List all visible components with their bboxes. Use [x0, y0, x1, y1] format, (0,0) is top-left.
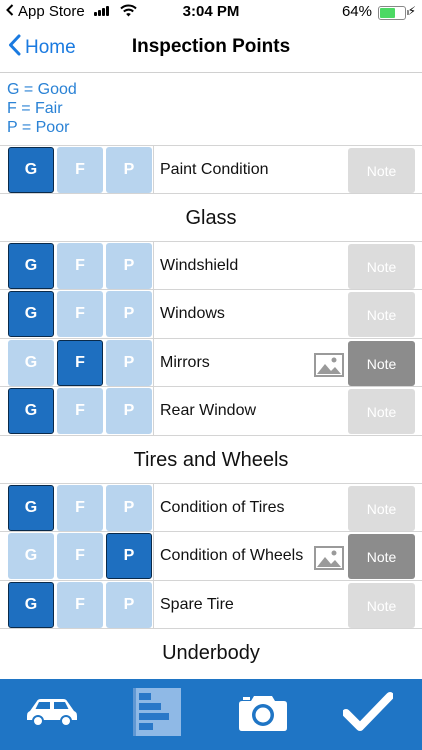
- note-button[interactable]: Note: [348, 292, 415, 337]
- rating-f-button[interactable]: F: [57, 340, 103, 386]
- legend-good: G = Good: [7, 81, 77, 98]
- section-header-underbody: Underbody: [0, 628, 422, 677]
- rating-p-button[interactable]: P: [106, 533, 152, 579]
- rating-g-button[interactable]: G: [8, 340, 54, 386]
- legend-fair: F = Fair: [7, 100, 63, 117]
- rating-g-button[interactable]: G: [8, 291, 54, 337]
- section-header-tires-and-wheels: Tires and Wheels: [0, 435, 422, 484]
- rating-p-button[interactable]: P: [106, 340, 152, 386]
- inspection-row-wheel-condition: G F P Condition of Wheels Note: [0, 531, 422, 580]
- note-button[interactable]: Note: [348, 244, 415, 289]
- note-button[interactable]: Note: [348, 389, 415, 434]
- rating-p-button[interactable]: P: [106, 388, 152, 434]
- rating-g-button[interactable]: G: [8, 147, 54, 193]
- row-divider: [153, 290, 154, 338]
- legend-poor: P = Poor: [7, 119, 70, 136]
- status-bar: App Store 3:04 PM 64% ⚡︎: [0, 0, 422, 24]
- tab-camera[interactable]: [228, 689, 298, 739]
- rating-g-button[interactable]: G: [8, 533, 54, 579]
- rating-p-button[interactable]: P: [106, 582, 152, 628]
- rating-p-button[interactable]: P: [106, 485, 152, 531]
- rating-g-button[interactable]: G: [8, 388, 54, 434]
- battery-icon: [378, 6, 409, 20]
- rating-f-button[interactable]: F: [57, 582, 103, 628]
- rating-p-button[interactable]: P: [106, 291, 152, 337]
- tab-inspection-list[interactable]: [122, 687, 192, 741]
- item-label: Windshield: [160, 257, 239, 274]
- page-title: Inspection Points: [131, 36, 291, 57]
- inspection-row-rear-window: G F P Rear Window Note: [0, 386, 422, 435]
- rating-g-button[interactable]: G: [8, 243, 54, 289]
- item-label: Spare Tire: [160, 596, 234, 613]
- section-header-glass: Glass: [0, 193, 422, 242]
- checkmark-icon: [342, 691, 394, 738]
- rating-f-button[interactable]: F: [57, 291, 103, 337]
- note-button[interactable]: Note: [348, 583, 415, 628]
- rating-f-button[interactable]: F: [57, 388, 103, 434]
- row-divider: [153, 532, 154, 580]
- inspection-row-paint: G F P Paint Condition Note: [0, 145, 422, 194]
- note-button[interactable]: Note: [348, 148, 415, 193]
- item-label: Windows: [160, 305, 225, 322]
- charging-icon: ⚡︎: [407, 4, 416, 18]
- rating-p-button[interactable]: P: [106, 147, 152, 193]
- row-divider: [153, 339, 154, 387]
- rating-legend: G = Good F = Fair P = Poor: [7, 80, 77, 137]
- navigation-bar: Home Inspection Points: [0, 24, 422, 73]
- photo-thumbnail-icon[interactable]: [314, 353, 344, 382]
- row-divider: [153, 387, 154, 435]
- rating-p-button[interactable]: P: [106, 243, 152, 289]
- row-divider: [153, 581, 154, 629]
- note-button[interactable]: Note: [348, 341, 415, 386]
- rating-f-button[interactable]: F: [57, 243, 103, 289]
- item-label: Rear Window: [160, 402, 257, 419]
- inspection-row-tire-condition: G F P Condition of Tires Note: [0, 483, 422, 532]
- item-label: Paint Condition: [160, 161, 269, 178]
- battery-percent: 64%: [341, 3, 372, 20]
- note-button[interactable]: Note: [348, 534, 415, 579]
- inspection-row-mirrors: G F P Mirrors Note: [0, 338, 422, 387]
- rating-g-button[interactable]: G: [8, 582, 54, 628]
- inspection-row-windshield: G F P Windshield Note: [0, 241, 422, 290]
- rating-f-button[interactable]: F: [57, 147, 103, 193]
- battery-fill: [380, 8, 396, 18]
- rating-f-button[interactable]: F: [57, 533, 103, 579]
- camera-icon: [238, 692, 288, 737]
- rating-g-button[interactable]: G: [8, 485, 54, 531]
- item-label: Condition of Tires: [160, 499, 285, 516]
- tab-vehicle[interactable]: [17, 689, 87, 739]
- note-button[interactable]: Note: [348, 486, 415, 531]
- photo-thumbnail-icon[interactable]: [314, 546, 344, 575]
- tab-complete[interactable]: [333, 689, 403, 739]
- list-icon: [133, 687, 181, 741]
- inspection-row-windows: G F P Windows Note: [0, 289, 422, 338]
- car-icon: [26, 697, 78, 732]
- inspection-row-spare-tire: G F P Spare Tire Note: [0, 580, 422, 629]
- row-divider: [153, 484, 154, 532]
- item-label: Mirrors: [160, 354, 210, 371]
- item-label: Condition of Wheels: [160, 547, 304, 564]
- row-divider: [153, 242, 154, 290]
- row-divider: [153, 146, 154, 194]
- bottom-tab-bar: [0, 679, 422, 750]
- rating-f-button[interactable]: F: [57, 485, 103, 531]
